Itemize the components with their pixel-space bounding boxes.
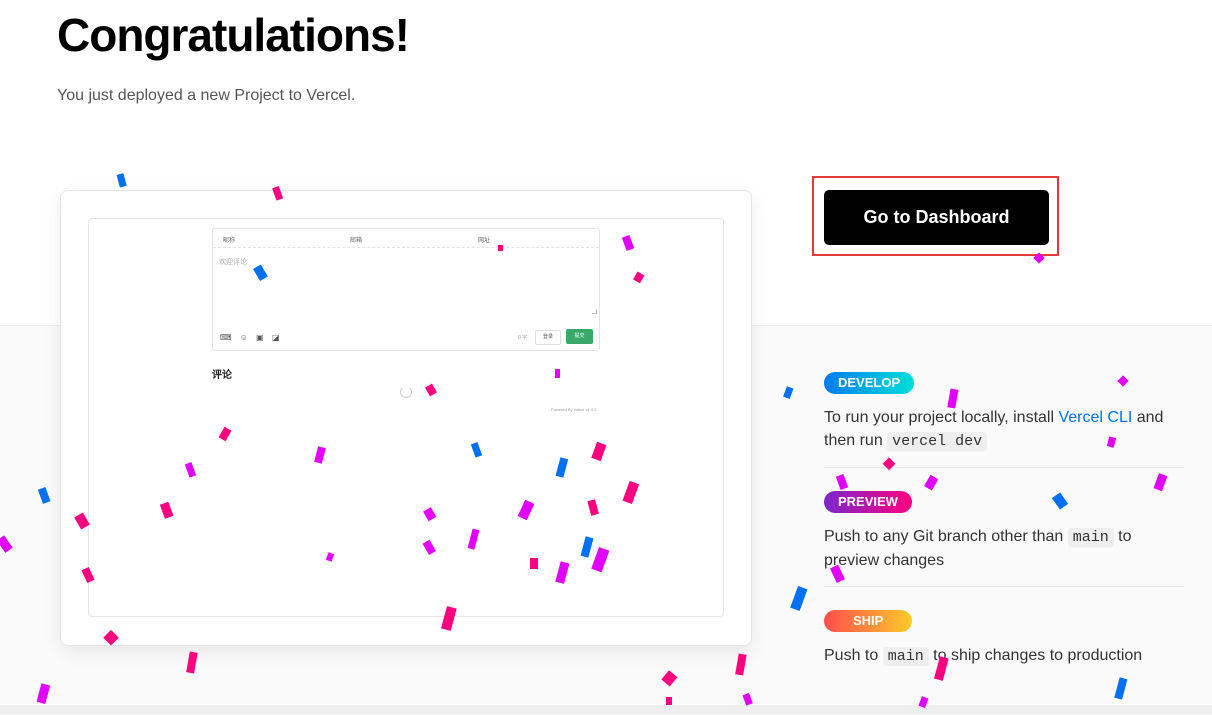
nickname-field-label: 昵称: [223, 238, 236, 244]
go-to-dashboard-button[interactable]: Go to Dashboard: [824, 190, 1049, 245]
website-field-label: 网址: [478, 238, 491, 244]
preview-badge: PREVIEW: [824, 491, 912, 513]
preview-text-before: Push to any Git branch other than: [824, 528, 1068, 545]
resize-handle-icon: [592, 309, 597, 314]
page-title: Congratulations!: [57, 9, 410, 61]
bottom-strip: [0, 705, 1212, 714]
ship-description: Push to main to ship changes to producti…: [824, 644, 1184, 668]
develop-text-before: To run your project locally, install: [824, 409, 1059, 426]
step-divider: [824, 467, 1184, 468]
login-button-preview: 登录: [535, 330, 561, 345]
preview-branch-code: main: [1067, 528, 1114, 547]
loading-spinner-icon: [400, 386, 412, 398]
preview-screenshot: 昵称 邮箱 网址 欢迎评论 ⌨ ☺ ▣ ◪ 0 字 登录 提交 评论 Power…: [88, 218, 724, 617]
char-count: 0 字: [518, 335, 528, 341]
step-preview: PREVIEW Push to any Git branch other tha…: [824, 491, 1184, 572]
comments-heading: 评论: [212, 370, 232, 381]
develop-command-code: vercel dev: [887, 432, 988, 451]
confetti-piece: [116, 173, 127, 188]
step-divider: [824, 586, 1184, 587]
powered-by-text: Powered By Valine v1.4.0: [551, 407, 597, 412]
ship-text-after: to ship changes to production: [928, 647, 1143, 664]
preview-description: Push to any Git branch other than main t…: [824, 525, 1184, 572]
comment-form-fields: 昵称 邮箱 网址: [213, 229, 599, 248]
deployment-preview-card[interactable]: 昵称 邮箱 网址 欢迎评论 ⌨ ☺ ▣ ◪ 0 字 登录 提交 评论 Power…: [60, 190, 752, 646]
step-ship: SHIP Push to main to ship changes to pro…: [824, 610, 1184, 668]
develop-description: To run your project locally, install Ver…: [824, 406, 1184, 453]
comment-placeholder: 欢迎评论: [219, 259, 247, 266]
comment-form-preview: 昵称 邮箱 网址 欢迎评论 ⌨ ☺ ▣ ◪ 0 字 登录 提交: [212, 228, 600, 351]
develop-badge: DEVELOP: [824, 372, 915, 394]
ship-text-before: Push to: [824, 647, 883, 664]
dashboard-button-highlight: Go to Dashboard: [812, 176, 1059, 256]
submit-button-preview: 提交: [566, 329, 593, 344]
ship-badge: SHIP: [824, 610, 913, 632]
email-field-label: 邮箱: [350, 238, 363, 244]
page-subtitle: You just deployed a new Project to Verce…: [57, 87, 356, 104]
step-develop: DEVELOP To run your project locally, ins…: [824, 372, 1184, 453]
comment-tool-icons: ⌨ ☺ ▣ ◪: [220, 333, 283, 342]
vercel-cli-link[interactable]: Vercel CLI: [1058, 409, 1132, 426]
ship-branch-code: main: [882, 647, 929, 666]
